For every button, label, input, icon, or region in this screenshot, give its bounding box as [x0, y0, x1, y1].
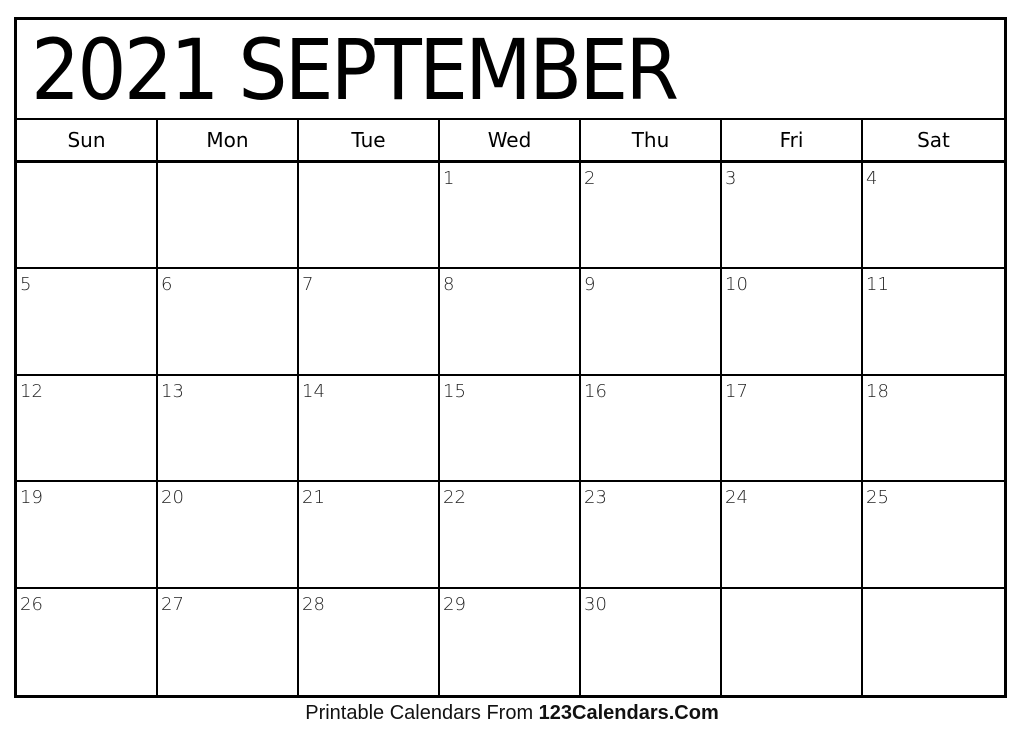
day-number: 1: [443, 168, 455, 189]
day-number: 19: [20, 487, 43, 509]
footer-prefix: Printable Calendars From: [305, 702, 539, 724]
day-cell: 29: [440, 588, 581, 695]
day-cell: 26: [17, 588, 158, 695]
day-cell: [863, 589, 1004, 695]
weekday-header: Sun Mon Tue Wed Thu Fri Sat: [17, 120, 1004, 163]
day-cell: 25: [863, 482, 1004, 589]
footer-credit: Printable Calendars From 123Calendars.Co…: [0, 702, 1024, 725]
day-cell: 12: [17, 375, 158, 483]
day-number: 4: [866, 168, 878, 189]
weekday-sun: Sun: [17, 120, 158, 160]
day-number: 14: [302, 380, 325, 402]
day-cell: [299, 163, 440, 270]
day-cell: 13: [158, 375, 299, 483]
day-cell: 4: [863, 163, 1004, 270]
footer-brand-link[interactable]: 123Calendars.Com: [539, 702, 719, 724]
weekday-thu: Thu: [581, 120, 722, 160]
day-number: 20: [161, 487, 184, 509]
day-cell: 17: [722, 375, 863, 483]
weekday-wed: Wed: [440, 120, 581, 160]
day-cell: 21: [299, 482, 440, 589]
day-cell: 2: [581, 163, 722, 270]
day-grid: 1 2 3 4 5 6 7 8 9 10 11 12 13 14 15 16 1…: [17, 163, 1004, 695]
day-number: 16: [584, 380, 607, 402]
weekday-tue: Tue: [299, 120, 440, 160]
day-cell: 15: [440, 375, 581, 483]
weekday-mon: Mon: [158, 120, 299, 160]
day-number: 24: [725, 487, 748, 509]
day-number: 8: [443, 274, 455, 296]
day-number: 3: [725, 168, 737, 189]
day-number: 12: [20, 380, 43, 402]
day-number: 28: [302, 593, 325, 615]
title-bar: 2021 SEPTEMBER: [17, 20, 1004, 120]
day-number: 6: [161, 274, 173, 296]
day-cell: 6: [158, 269, 299, 376]
day-cell: 28: [299, 588, 440, 695]
day-number: 13: [161, 380, 184, 402]
day-cell: 11: [863, 269, 1004, 376]
day-number: 26: [20, 593, 43, 615]
day-cell: [158, 163, 299, 270]
day-cell: 16: [581, 375, 722, 483]
day-number: 9: [584, 274, 596, 296]
day-cell: 19: [17, 482, 158, 589]
day-number: 22: [443, 487, 466, 509]
day-number: 25: [866, 487, 889, 509]
day-cell: 14: [299, 375, 440, 483]
day-number: 23: [584, 487, 607, 509]
day-number: 15: [443, 380, 466, 402]
day-number: 10: [725, 274, 748, 296]
day-number: 17: [725, 380, 748, 402]
day-number: 27: [161, 593, 184, 615]
day-cell: 24: [722, 482, 863, 589]
day-cell: 7: [299, 269, 440, 376]
day-cell: 30: [581, 588, 722, 695]
day-number: 18: [866, 380, 889, 402]
day-cell: 23: [581, 482, 722, 589]
day-cell: 27: [158, 588, 299, 695]
weekday-fri: Fri: [722, 120, 863, 160]
day-number: 30: [584, 593, 607, 615]
day-number: 5: [20, 274, 32, 296]
day-number: 2: [584, 168, 596, 189]
day-cell: 3: [722, 163, 863, 270]
day-number: 21: [302, 487, 325, 509]
day-cell: 10: [722, 269, 863, 376]
weekday-sat: Sat: [917, 128, 950, 152]
day-cell: 8: [440, 269, 581, 376]
calendar-title: 2021 SEPTEMBER: [31, 21, 679, 119]
day-number: 7: [302, 274, 314, 296]
day-cell: 18: [863, 376, 1004, 483]
day-cell: 5: [17, 269, 158, 376]
day-cell: 1: [440, 163, 581, 270]
day-cell: [722, 588, 863, 695]
day-cell: 9: [581, 269, 722, 376]
day-number: 29: [443, 593, 466, 615]
calendar-frame: 2021 SEPTEMBER Sun Mon Tue Wed Thu Fri S…: [14, 17, 1007, 698]
day-cell: 22: [440, 482, 581, 589]
day-number: 11: [866, 274, 889, 296]
day-cell: 20: [158, 482, 299, 589]
day-cell: [17, 163, 158, 270]
